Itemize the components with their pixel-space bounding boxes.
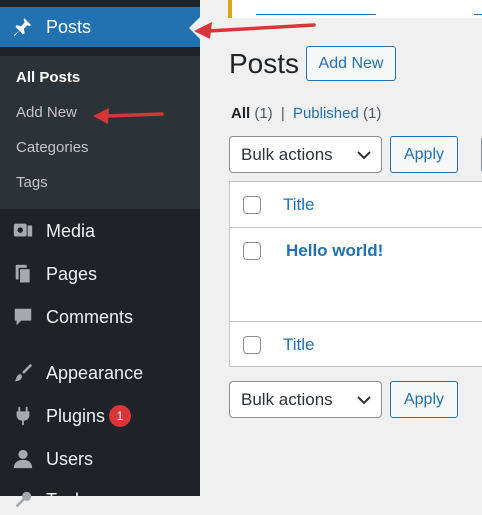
row-checkbox[interactable] xyxy=(243,242,261,260)
sidebar-item-plugins[interactable]: Plugins 1 xyxy=(0,401,200,431)
header-divider xyxy=(230,227,482,228)
sidebar-item-label: Posts xyxy=(46,16,92,37)
status-filter-links: All (1) | Published (1) xyxy=(231,105,381,122)
select-all-checkbox-footer[interactable] xyxy=(243,336,261,354)
apply-button-bottom[interactable]: Apply xyxy=(390,381,458,418)
sidebar-item-label: Media xyxy=(46,220,96,241)
sidebar-item-label: Plugins xyxy=(46,405,106,426)
post-title-link[interactable]: Hello world! xyxy=(286,241,383,261)
notice-link[interactable] xyxy=(474,14,482,15)
sidebar-item-label: Tools xyxy=(46,489,89,510)
sidebar-item-label: Users xyxy=(46,448,94,469)
filter-published-count: (1) xyxy=(363,105,382,122)
annotation-arrow-icon xyxy=(194,22,316,39)
filter-published-link[interactable]: Published xyxy=(293,105,359,122)
sidebar-item-label: Comments xyxy=(46,306,134,327)
paintbrush-icon xyxy=(11,361,35,385)
filter-all-count: (1) xyxy=(254,105,273,122)
filter-separator: | xyxy=(280,105,285,122)
sidebar-item-tools[interactable]: Tools xyxy=(0,485,200,515)
bulk-actions-select-bottom[interactable]: Bulk actions xyxy=(229,381,382,418)
annotation-arrow-icon xyxy=(93,108,164,124)
column-header-title[interactable]: Title xyxy=(283,195,315,215)
submenu-item-all-posts[interactable]: All Posts xyxy=(16,69,80,86)
submenu-item-add-new[interactable]: Add New xyxy=(16,104,77,121)
sidebar-item-posts[interactable]: Posts xyxy=(0,7,200,47)
users-icon xyxy=(11,447,35,471)
pages-icon xyxy=(11,262,35,286)
apply-button-top[interactable]: Apply xyxy=(390,136,458,173)
comments-icon xyxy=(11,305,35,329)
page-title: Posts xyxy=(229,48,300,79)
posts-table: Title Hello world! Title xyxy=(229,181,482,367)
sidebar-item-comments[interactable]: Comments xyxy=(0,302,200,332)
sidebar-item-users[interactable]: Users xyxy=(0,444,200,474)
bulk-actions-select-top[interactable]: Bulk actions xyxy=(229,136,382,173)
sidebar-item-label: Pages xyxy=(46,263,98,284)
chevron-down-icon xyxy=(357,390,371,410)
tools-icon xyxy=(11,488,35,512)
submenu-item-categories[interactable]: Categories xyxy=(16,139,89,156)
bulk-actions-value: Bulk actions xyxy=(241,389,333,409)
sidebar-item-pages[interactable]: Pages xyxy=(0,259,200,289)
filter-all-link[interactable]: All xyxy=(231,105,250,122)
add-new-post-button[interactable]: Add New xyxy=(306,46,396,81)
posts-submenu: All Posts Add New Categories Tags xyxy=(0,56,200,209)
submenu-item-tags[interactable]: Tags xyxy=(16,174,48,191)
sidebar-item-media[interactable]: Media xyxy=(0,216,200,246)
admin-sidebar: Posts All Posts Add New Categories Tags … xyxy=(0,0,200,510)
column-footer-title[interactable]: Title xyxy=(283,335,315,355)
footer-divider xyxy=(230,321,482,322)
sidebar-item-label: Appearance xyxy=(46,362,144,383)
media-icon xyxy=(11,219,35,243)
select-all-checkbox[interactable] xyxy=(243,196,261,214)
chevron-down-icon xyxy=(357,145,371,165)
sidebar-item-appearance[interactable]: Appearance xyxy=(0,358,200,388)
pushpin-icon xyxy=(10,15,34,39)
update-count-badge: 1 xyxy=(109,405,131,427)
bulk-actions-value: Bulk actions xyxy=(241,144,333,164)
plugin-icon xyxy=(11,404,35,428)
